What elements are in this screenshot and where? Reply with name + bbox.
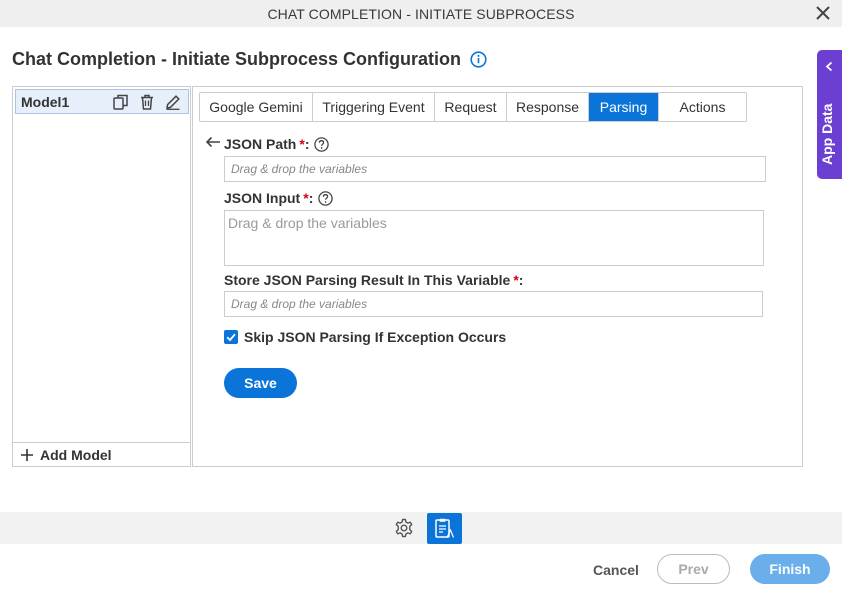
model-list-panel: Model1 Add Model — [12, 86, 191, 467]
bottom-toolbar — [0, 512, 842, 544]
json-input-textarea[interactable]: Drag & drop the variables — [224, 210, 764, 266]
prev-button[interactable]: Prev — [657, 554, 730, 584]
finish-button[interactable]: Finish — [750, 554, 830, 584]
add-model-label: Add Model — [40, 447, 112, 463]
save-button[interactable]: Save — [224, 368, 297, 398]
edit-icon[interactable] — [164, 93, 182, 111]
window-titlebar: CHAT COMPLETION - INITIATE SUBPROCESS — [0, 0, 842, 27]
json-path-input[interactable]: Drag & drop the variables — [224, 156, 766, 182]
close-icon[interactable] — [814, 4, 832, 22]
trash-icon[interactable] — [138, 93, 156, 111]
window-title: CHAT COMPLETION - INITIATE SUBPROCESS — [267, 5, 575, 22]
json-path-label: JSON Path * : — [224, 136, 330, 152]
checkbox-checked[interactable] — [224, 330, 238, 344]
tab-triggering-event[interactable]: Triggering Event — [313, 93, 435, 121]
app-data-tab[interactable]: App Data — [817, 50, 842, 179]
store-result-label: Store JSON Parsing Result In This Variab… — [224, 272, 524, 288]
form-document-icon[interactable] — [427, 513, 462, 544]
model-name: Model1 — [21, 93, 70, 110]
app-data-label: App Data — [819, 103, 835, 165]
info-icon[interactable] — [470, 50, 487, 68]
help-icon[interactable] — [314, 136, 330, 152]
copy-icon[interactable] — [112, 93, 130, 111]
chevron-left-icon — [823, 60, 836, 73]
tab-bar: Google Gemini Triggering Event Request R… — [199, 92, 747, 122]
page-title-row: Chat Completion - Initiate Subprocess Co… — [12, 48, 487, 70]
store-result-input[interactable]: Drag & drop the variables — [224, 291, 763, 317]
tab-parsing[interactable]: Parsing — [589, 93, 659, 121]
json-input-label: JSON Input * : — [224, 190, 334, 206]
tab-request[interactable]: Request — [435, 93, 507, 121]
tab-google-gemini[interactable]: Google Gemini — [200, 93, 313, 121]
back-arrow-icon[interactable] — [205, 135, 221, 148]
cancel-button[interactable]: Cancel — [593, 562, 639, 578]
skip-exception-label: Skip JSON Parsing If Exception Occurs — [244, 329, 507, 345]
tab-actions[interactable]: Actions — [659, 93, 746, 121]
gear-icon[interactable] — [394, 518, 414, 538]
plus-icon — [20, 448, 34, 462]
help-icon[interactable] — [318, 190, 334, 206]
skip-exception-checkbox-row[interactable]: Skip JSON Parsing If Exception Occurs — [224, 329, 506, 345]
tab-response[interactable]: Response — [507, 93, 589, 121]
configuration-panel: Google Gemini Triggering Event Request R… — [192, 86, 803, 467]
list-item-model[interactable]: Model1 — [15, 89, 189, 114]
page-title: Chat Completion - Initiate Subprocess Co… — [12, 48, 462, 69]
add-model-button[interactable]: Add Model — [13, 442, 190, 467]
